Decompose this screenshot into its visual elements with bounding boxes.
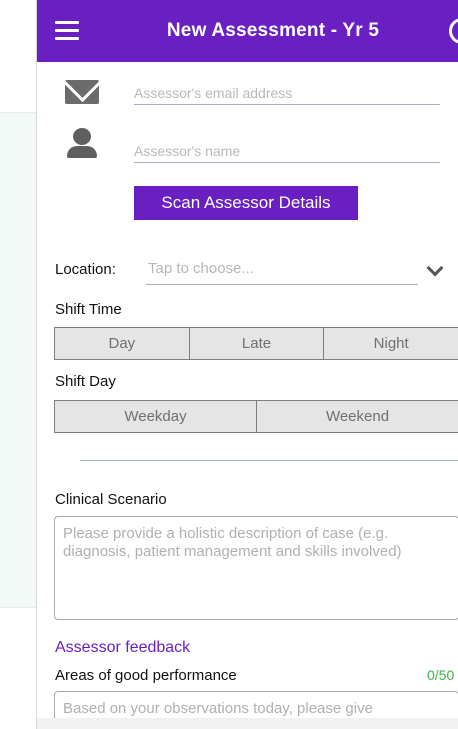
location-label: Location: — [55, 261, 116, 278]
clinical-scenario-label: Clinical Scenario — [55, 491, 167, 508]
assessor-name-input[interactable] — [134, 140, 440, 163]
assessment-page: New Assessment - Yr 5 Scan Assessor Deta… — [0, 0, 458, 729]
mail-icon — [65, 80, 99, 104]
shift-time-day[interactable]: Day — [55, 328, 190, 359]
assessor-email-input[interactable] — [134, 82, 440, 105]
shift-day-label: Shift Day — [55, 373, 116, 390]
bottom-edge — [37, 718, 458, 729]
page-title: New Assessment - Yr 5 — [166, 20, 380, 41]
person-icon — [67, 128, 97, 158]
shift-time-label: Shift Time — [55, 301, 122, 318]
shift-time-night[interactable]: Night — [324, 328, 458, 359]
hamburger-icon[interactable] — [55, 21, 79, 41]
person-head — [73, 128, 91, 145]
character-counter: 0/50 — [427, 667, 455, 683]
chevron-down-icon[interactable] — [426, 259, 444, 277]
menu-line-top — [55, 21, 79, 24]
shift-time-segmented-control: Day Late Night — [54, 327, 458, 360]
location-select[interactable]: Tap to choose... — [146, 257, 418, 285]
menu-line-bottom — [55, 37, 79, 40]
scan-assessor-details-button[interactable]: Scan Assessor Details — [134, 186, 358, 220]
assessor-feedback-heading: Assessor feedback — [55, 639, 191, 656]
shift-time-late[interactable]: Late — [190, 328, 325, 359]
info-icon[interactable] — [449, 18, 458, 44]
areas-good-performance-label: Areas of good performance — [55, 667, 237, 684]
shift-day-weekday[interactable]: Weekday — [55, 401, 257, 432]
clinical-scenario-textarea[interactable] — [54, 516, 458, 620]
background-panel — [0, 112, 36, 608]
mobile-screen: New Assessment - Yr 5 Scan Assessor Deta… — [36, 0, 458, 729]
shift-day-segmented-control: Weekday Weekend — [54, 400, 458, 433]
app-header: New Assessment - Yr 5 — [37, 0, 458, 62]
shift-day-weekend[interactable]: Weekend — [257, 401, 458, 432]
person-body — [67, 146, 97, 158]
menu-line-middle — [55, 29, 79, 32]
section-divider — [80, 460, 458, 461]
